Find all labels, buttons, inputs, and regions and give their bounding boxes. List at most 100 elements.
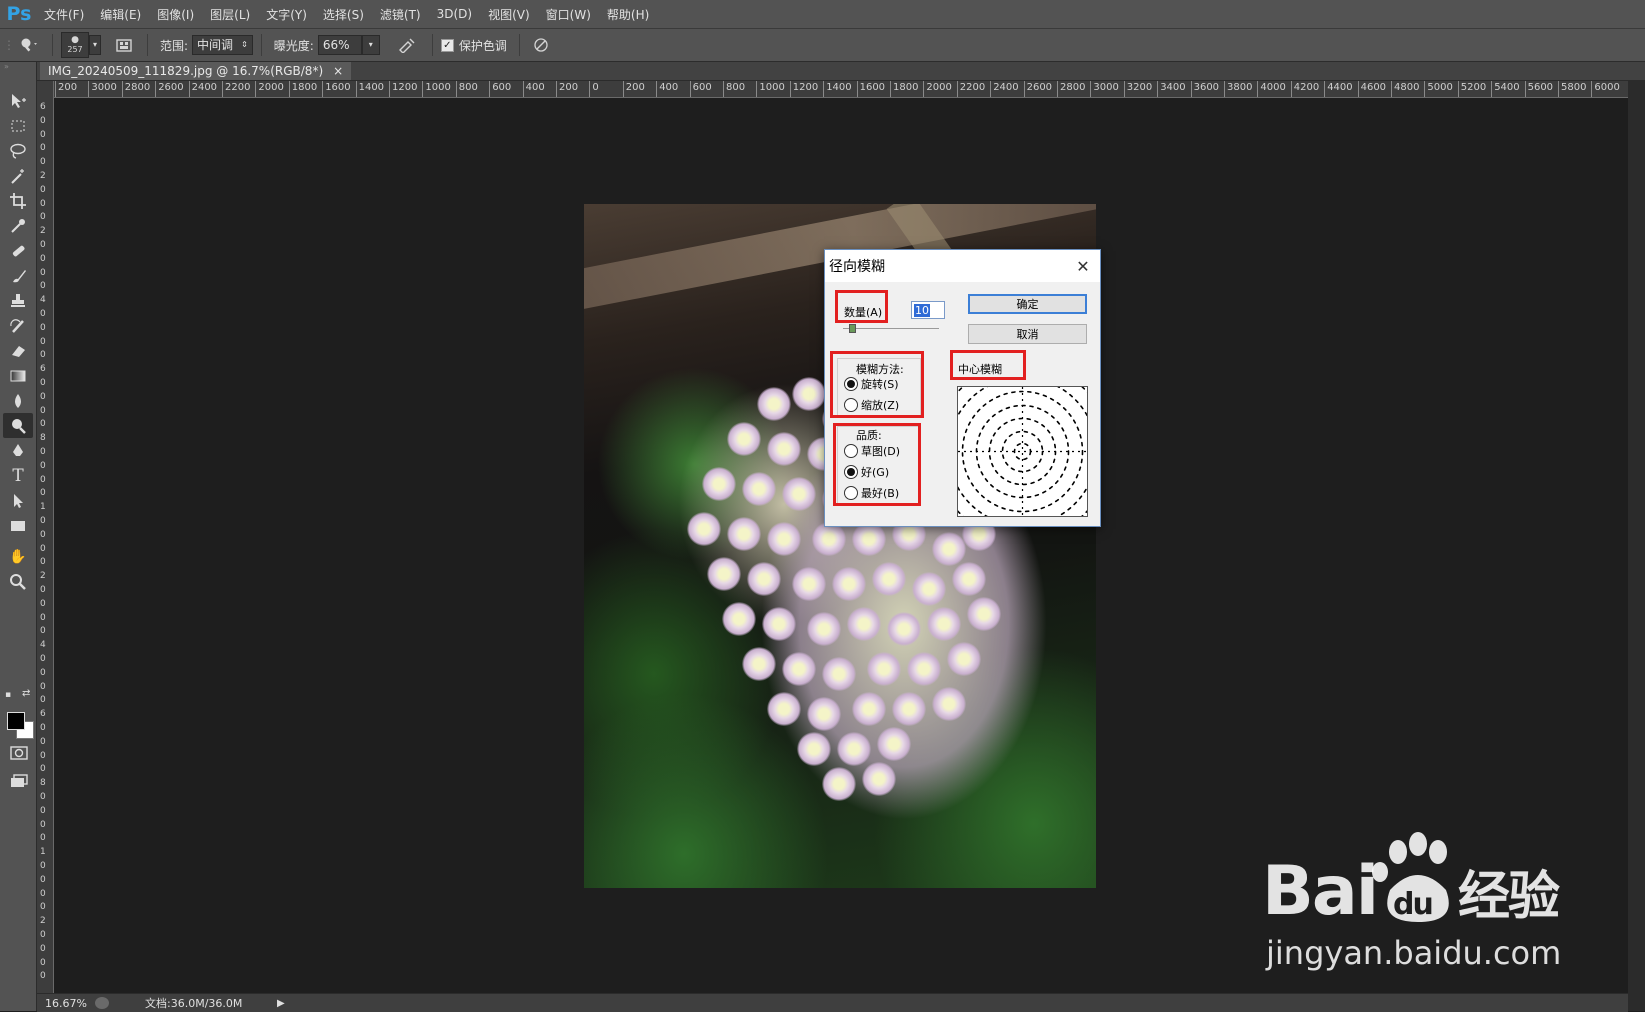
amount-slider-track[interactable] — [843, 328, 939, 329]
ruler-tick-digit: 0 — [40, 419, 46, 430]
swap-colors-icon[interactable]: ⇄ — [22, 688, 30, 699]
marquee-tool-icon[interactable] — [3, 113, 33, 138]
hand-tool-icon[interactable]: ✋ — [3, 544, 33, 569]
menu-3d[interactable]: 3D(D) — [429, 7, 480, 21]
brush-preset-dropdown[interactable]: ▾ — [89, 35, 101, 55]
ruler-tick-digit: 2 — [40, 226, 46, 237]
protect-tones-label: 保护色调 — [458, 38, 507, 53]
image-floret — [837, 732, 871, 766]
eyedropper-tool-icon[interactable] — [3, 213, 33, 238]
image-floret — [742, 647, 776, 681]
brush-preset-picker[interactable]: ● 257 — [61, 32, 89, 58]
ruler-tick-digit: 0 — [40, 447, 46, 457]
ruler-tick-label: 1400 — [355, 81, 385, 97]
healing-brush-tool-icon[interactable] — [3, 238, 33, 263]
type-tool-icon[interactable]: T — [3, 463, 33, 488]
menu-help[interactable]: 帮助(H) — [599, 6, 657, 23]
panel-collapse-icon[interactable]: » — [0, 62, 36, 72]
options-bar: ⋮ ● 257 ▾ 范围: 中间调 ⇕ 曝光度: 66% ▾ ✓ 保护色调 — [0, 29, 1645, 62]
ruler-tick-label: 2600 — [155, 81, 184, 97]
menu-view[interactable]: 视图(V) — [480, 6, 538, 23]
svg-text:Bai: Bai — [1262, 852, 1377, 930]
screen-mode-icon[interactable] — [10, 774, 28, 791]
ruler-tick-digit: 0 — [40, 143, 46, 154]
ruler-tick-digit: 1 — [40, 502, 46, 513]
status-menu-arrow-icon[interactable]: ▶ — [277, 998, 285, 1009]
foreground-color-swatch[interactable] — [7, 712, 25, 730]
ruler-tick-digit: 4 — [40, 640, 46, 651]
amount-slider-thumb[interactable] — [849, 324, 856, 333]
menu-edit[interactable]: 编辑(E) — [92, 6, 149, 23]
zoom-level[interactable]: 16.67% — [45, 997, 93, 1010]
ruler-tick-digit: 0 — [40, 336, 46, 347]
protect-tones-checkbox[interactable]: ✓ — [440, 38, 454, 52]
watermark-url: jingyan.baidu.com — [1266, 934, 1562, 972]
dodge-tool-icon[interactable] — [3, 413, 33, 438]
gradient-tool-icon[interactable] — [3, 363, 33, 388]
exposure-slider-dropdown[interactable]: ▾ — [361, 35, 380, 55]
menu-layer[interactable]: 图层(L) — [202, 6, 258, 23]
menu-file[interactable]: 文件(F) — [36, 6, 92, 23]
zoom-tool-icon[interactable] — [3, 569, 33, 594]
ruler-tick-label: 4000 — [1257, 81, 1286, 97]
menu-filter[interactable]: 滤镜(T) — [372, 6, 429, 23]
eraser-tool-icon[interactable] — [3, 338, 33, 363]
dialog-title: 径向模糊 — [829, 259, 885, 275]
svg-text:du: du — [1393, 887, 1432, 922]
ruler-tick-digit: 0 — [40, 309, 46, 319]
blur-tool-icon[interactable] — [3, 388, 33, 413]
vertical-scrollbar[interactable] — [1628, 81, 1645, 1011]
ruler-tick-label: 1000 — [756, 81, 785, 97]
ok-button[interactable]: 确定 — [968, 294, 1087, 314]
brush-panel-toggle-icon[interactable] — [109, 37, 139, 53]
image-floret — [847, 607, 881, 641]
status-info-icon[interactable] — [95, 997, 109, 1009]
range-label: 范围: — [160, 38, 189, 53]
ruler-tick-digit: 4 — [40, 295, 46, 306]
close-icon[interactable]: ✕ — [1066, 250, 1100, 282]
ruler-tick-digit: 0 — [40, 460, 46, 471]
ruler-tick-digit: 0 — [40, 930, 46, 940]
dodge-tool-preset-icon[interactable] — [14, 37, 44, 53]
image-floret — [822, 767, 856, 801]
amount-input[interactable]: 10 — [911, 301, 945, 319]
pressure-size-icon[interactable] — [528, 37, 554, 53]
path-selection-tool-icon[interactable] — [3, 488, 33, 513]
cancel-button[interactable]: 取消 — [968, 324, 1087, 344]
menu-select[interactable]: 选择(S) — [315, 6, 372, 23]
dialog-titlebar[interactable]: 径向模糊 ✕ — [825, 250, 1100, 282]
default-colors-icon[interactable]: ▪ — [5, 690, 11, 700]
ruler-tick-digit: 0 — [40, 322, 46, 333]
brush-dot-icon: ● — [71, 35, 79, 45]
ruler-tick-label: 1600 — [856, 81, 886, 97]
document-tab[interactable]: IMG_20240509_111829.jpg @ 16.7%(RGB/8*) … — [40, 62, 352, 80]
exposure-input[interactable]: 66% — [317, 35, 362, 55]
menu-image[interactable]: 图像(I) — [149, 6, 202, 23]
image-floret — [687, 512, 721, 546]
menu-type[interactable]: 文字(Y) — [258, 6, 315, 23]
blur-center-preview[interactable] — [957, 386, 1088, 517]
menu-window[interactable]: 窗口(W) — [538, 6, 599, 23]
close-tab-icon[interactable]: × — [333, 64, 343, 78]
pen-tool-icon[interactable] — [3, 438, 33, 463]
ruler-tick-label: 3000 — [1090, 81, 1119, 97]
tools-panel: » T ✋ ▪ ⇄ — [0, 62, 37, 1011]
rectangle-tool-icon[interactable] — [3, 513, 33, 538]
image-floret — [722, 602, 756, 636]
grip-icon: ⋮ — [3, 38, 15, 52]
ruler-tick-digit: 0 — [40, 598, 46, 609]
clone-stamp-tool-icon[interactable] — [3, 288, 33, 313]
magic-wand-tool-icon[interactable] — [3, 163, 33, 188]
range-select[interactable]: 中间调 ⇕ — [192, 35, 253, 55]
image-floret — [927, 607, 961, 641]
history-brush-tool-icon[interactable] — [3, 313, 33, 338]
crop-tool-icon[interactable] — [3, 188, 33, 213]
brush-tool-icon[interactable] — [3, 263, 33, 288]
ruler-tick-label: 400 — [522, 81, 545, 97]
image-floret — [767, 692, 801, 726]
airbrush-icon[interactable] — [390, 37, 424, 53]
quick-mask-icon[interactable] — [10, 746, 28, 763]
move-tool-icon[interactable] — [3, 88, 33, 113]
ruler-tick-digit: 0 — [40, 750, 46, 761]
lasso-tool-icon[interactable] — [3, 138, 33, 163]
